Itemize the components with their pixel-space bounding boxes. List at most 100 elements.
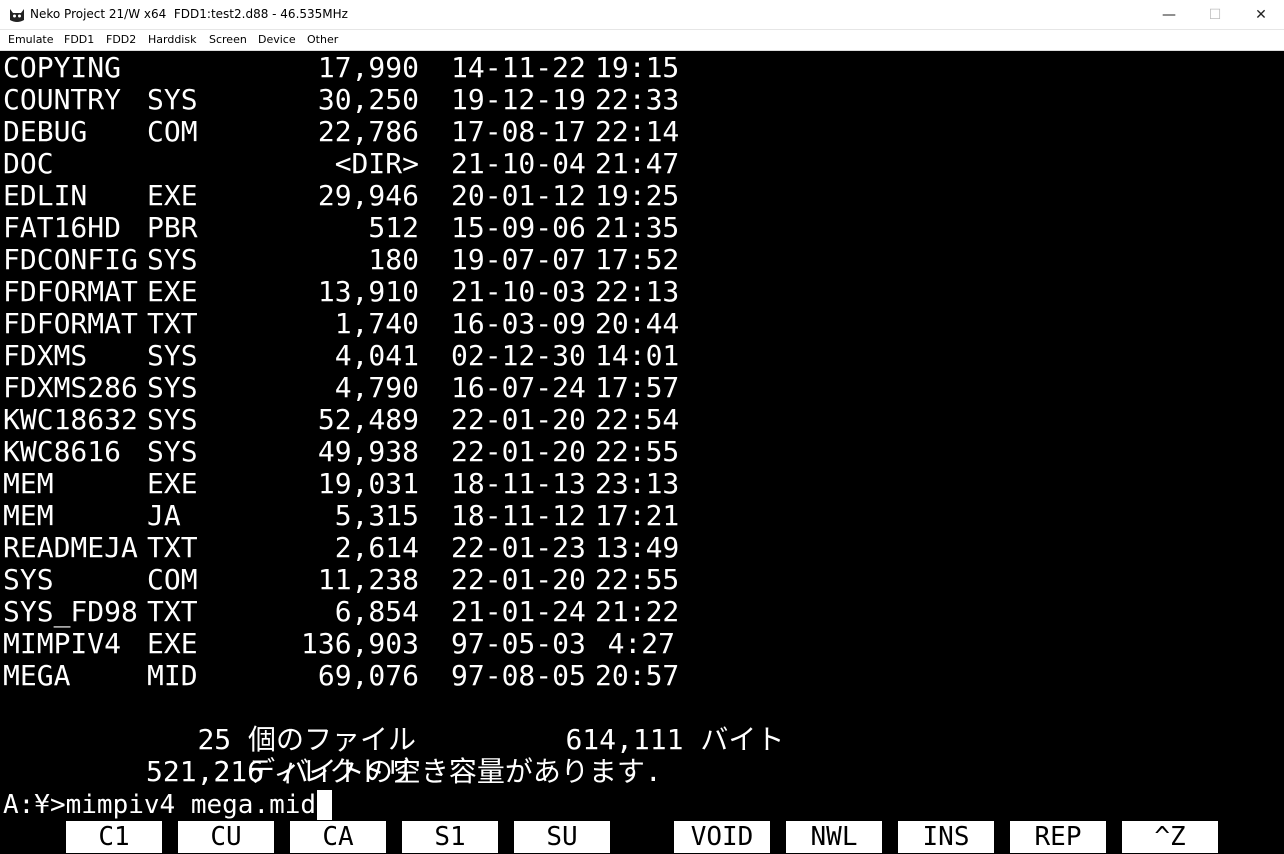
- file-name: KWC8616: [3, 435, 122, 468]
- file-time: 22:54: [595, 403, 680, 436]
- file-date: 22-01-23: [451, 531, 586, 564]
- file-size: 19,031: [317, 467, 419, 500]
- menu-fdd1[interactable]: FDD1: [64, 33, 94, 46]
- file-time: 17:57: [595, 371, 680, 404]
- file-time: 21:35: [595, 211, 680, 244]
- prompt-prefix: A:¥>: [3, 790, 66, 820]
- file-date: 18-11-12: [451, 499, 586, 532]
- file-size: 512: [368, 211, 419, 244]
- file-time: 22:55: [595, 435, 680, 468]
- file-size: 1,740: [334, 307, 419, 340]
- file-ext: COM: [147, 115, 198, 148]
- file-size: <DIR>: [334, 147, 419, 180]
- menu-harddisk[interactable]: Harddisk: [148, 33, 196, 46]
- file-date: 16-07-24: [451, 371, 586, 404]
- menu-bar: Emulate FDD1 FDD2 Harddisk Screen Device…: [0, 30, 1284, 51]
- file-name: COPYING: [3, 51, 122, 84]
- file-ext: EXE: [147, 275, 198, 308]
- fkey-cu[interactable]: CU: [178, 821, 274, 853]
- file-name: DEBUG: [3, 115, 88, 148]
- file-size: 136,903: [300, 627, 419, 660]
- file-ext: EXE: [147, 467, 198, 500]
- menu-other[interactable]: Other: [307, 33, 338, 46]
- menu-screen[interactable]: Screen: [209, 33, 247, 46]
- minimize-button[interactable]: —: [1146, 0, 1192, 30]
- file-name: FDXMS: [3, 339, 88, 372]
- file-size: 180: [368, 243, 419, 276]
- file-size: 17,990: [317, 51, 419, 84]
- file-time: 21:22: [595, 595, 680, 628]
- file-time: 14:01: [595, 339, 680, 372]
- file-time: 23:13: [595, 467, 680, 500]
- file-size: 2,614: [334, 531, 419, 564]
- file-size: 52,489: [317, 403, 419, 436]
- file-time: 19:15: [595, 51, 680, 84]
- fkey-ctrl-z[interactable]: ^Z: [1122, 821, 1218, 853]
- file-name: SYS: [3, 563, 54, 596]
- cat-icon[interactable]: [8, 6, 26, 24]
- file-date: 02-12-30: [451, 339, 586, 372]
- command-prompt[interactable]: A:¥> mimpiv4 mega.mid: [3, 789, 333, 821]
- title-bar[interactable]: Neko Project 21/W x64 FDD1:test2.d88 - 4…: [0, 0, 1284, 30]
- file-name: KWC18632: [3, 403, 138, 436]
- file-time: 22:33: [595, 83, 680, 116]
- file-name: READMEJA: [3, 531, 138, 564]
- text-cursor: [317, 790, 333, 820]
- file-time: 22:13: [595, 275, 680, 308]
- file-size: 4,790: [334, 371, 419, 404]
- file-name: FDXMS286: [3, 371, 138, 404]
- file-ext: COM: [147, 563, 198, 596]
- file-date: 17-08-17: [451, 115, 586, 148]
- file-time: 22:14: [595, 115, 680, 148]
- file-name: FDFORMAT: [3, 275, 138, 308]
- file-date: 22-01-20: [451, 435, 586, 468]
- file-ext: TXT: [147, 531, 198, 564]
- file-time: 4:27: [607, 627, 675, 660]
- file-size: 29,946: [317, 179, 419, 212]
- fkey-s1[interactable]: S1: [402, 821, 498, 853]
- menu-emulate[interactable]: Emulate: [8, 33, 54, 46]
- file-name: FDCONFIG: [3, 243, 138, 276]
- command-text[interactable]: mimpiv4 mega.mid: [66, 789, 316, 821]
- menu-fdd2[interactable]: FDD2: [106, 33, 136, 46]
- file-size: 69,076: [317, 659, 419, 692]
- file-date: 21-01-24: [451, 595, 586, 628]
- file-name: DOC: [3, 147, 54, 180]
- fkey-c1[interactable]: C1: [66, 821, 162, 853]
- fkey-nwl[interactable]: NWL: [786, 821, 882, 853]
- file-size: 22,786: [317, 115, 419, 148]
- file-name: FDFORMAT: [3, 307, 138, 340]
- free-space-line: 521,216 バイトの空き容量があります.: [146, 755, 662, 788]
- file-time: 21:47: [595, 147, 680, 180]
- file-ext: SYS: [147, 83, 198, 116]
- file-ext: MID: [147, 659, 198, 692]
- file-ext: TXT: [147, 307, 198, 340]
- file-name: FAT16HD: [3, 211, 122, 244]
- file-name: SYS_FD98: [3, 595, 138, 628]
- fkey-su[interactable]: SU: [514, 821, 610, 853]
- file-date: 15-09-06: [451, 211, 586, 244]
- file-size: 6,854: [334, 595, 419, 628]
- file-date: 18-11-13: [451, 467, 586, 500]
- file-ext: SYS: [147, 339, 198, 372]
- file-ext: SYS: [147, 243, 198, 276]
- file-time: 20:44: [595, 307, 680, 340]
- menu-device[interactable]: Device: [258, 33, 296, 46]
- fkey-ins[interactable]: INS: [898, 821, 994, 853]
- fkey-void[interactable]: VOID: [674, 821, 770, 853]
- emulator-screen[interactable]: COPYING 17,990 14-11-22 19:15 COUNTRY SYS 30,2…: [0, 51, 1284, 854]
- file-ext: SYS: [147, 371, 198, 404]
- bytes-label: バイト: [700, 723, 785, 756]
- close-button[interactable]: ✕: [1238, 0, 1284, 30]
- fkey-rep[interactable]: REP: [1010, 821, 1106, 853]
- file-size: 5,315: [334, 499, 419, 532]
- file-time: 19:25: [595, 179, 680, 212]
- file-ext: SYS: [147, 435, 198, 468]
- file-name: EDLIN: [3, 179, 88, 212]
- maximize-button[interactable]: ☐: [1192, 0, 1238, 30]
- fkey-ca[interactable]: CA: [290, 821, 386, 853]
- file-ext: EXE: [147, 627, 198, 660]
- window-title: Neko Project 21/W x64 FDD1:test2.d88 - 4…: [30, 7, 348, 21]
- file-size: 30,250: [317, 83, 419, 116]
- file-name: MIMPIV4: [3, 627, 122, 660]
